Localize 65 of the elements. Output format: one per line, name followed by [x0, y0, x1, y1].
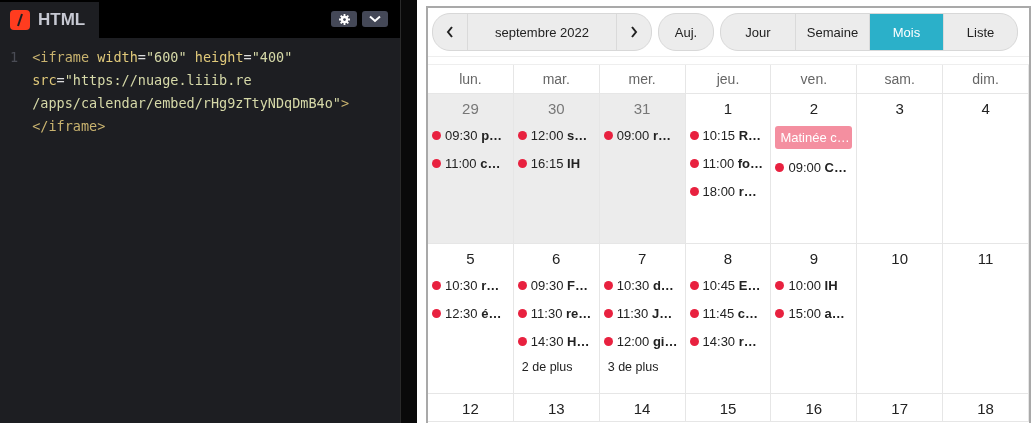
code-line: src="https://nuage.liiib.re	[32, 71, 252, 90]
chevron-down-icon	[369, 15, 381, 23]
code-line: <iframe width="600" height="400"	[32, 48, 293, 67]
day-number: 15	[719, 400, 737, 417]
code-line: </iframe>	[32, 117, 106, 136]
more-events-link[interactable]: 3 de plus	[603, 360, 681, 374]
day-number: 18	[977, 400, 994, 417]
calendar-event[interactable]: 14:30 r…	[689, 332, 767, 351]
day-number: 10	[891, 250, 909, 267]
calendar-event[interactable]: 11:30 re…	[517, 304, 595, 323]
calendar-event[interactable]: 15:00 a…	[775, 304, 853, 323]
day-number: 8	[723, 250, 733, 267]
settings-icon	[338, 13, 350, 25]
calendar-event[interactable]: 10:30 d…	[603, 276, 681, 295]
day-number: 1	[723, 100, 733, 117]
day-number: 6	[552, 250, 561, 267]
day-number: 13	[547, 400, 565, 417]
calendar-event[interactable]: 10:45 E…	[689, 276, 767, 295]
day-number: 3	[895, 100, 904, 117]
calendar-event[interactable]: 12:00 s…	[517, 126, 595, 145]
settings-button[interactable]	[331, 11, 357, 27]
calendar-event[interactable]: 11:00 fo…	[689, 154, 767, 173]
weekday-header: jeu.	[685, 65, 772, 94]
weekday-header: ven.	[771, 65, 858, 94]
calendar-event[interactable]: 09:00 r…	[603, 126, 681, 145]
calendar-event[interactable]: 09:00 C…	[775, 158, 853, 177]
day-number: 30	[547, 100, 565, 117]
weekday-header: dim.	[943, 65, 1029, 94]
weekday-header: sam.	[857, 65, 944, 94]
code-line: /apps/calendar/embed/rHg9zTtyNDqDmB4o">	[32, 94, 350, 113]
calendar-event[interactable]: 09:30 F…	[517, 276, 595, 295]
calendar-event[interactable]: 12:30 é…	[432, 304, 509, 323]
calendar-event[interactable]: 11:30 J…	[603, 304, 681, 323]
calendar-event[interactable]: 14:30 H…	[517, 332, 595, 351]
day-number: 9	[809, 250, 818, 267]
calendar-event[interactable]: 16:15 IH	[517, 154, 595, 173]
calendar-event[interactable]: 11:45 c…	[689, 304, 767, 323]
calendar-event[interactable]: 10:30 r…	[432, 276, 509, 295]
calendar-event[interactable]: 11:00 c…	[432, 154, 509, 173]
dropdown-button[interactable]	[362, 11, 388, 27]
day-number: 2	[809, 100, 818, 117]
calendar-event[interactable]: 09:30 p…	[432, 126, 509, 145]
day-number: 14	[633, 400, 651, 417]
calendar-event[interactable]: 10:15 R…	[689, 126, 767, 145]
calendar-event[interactable]: 18:00 r…	[689, 182, 767, 201]
slash-logo-icon	[10, 10, 30, 30]
more-events-link[interactable]: 2 de plus	[517, 360, 595, 374]
day-number: 5	[466, 250, 475, 267]
chevron-right-icon	[630, 26, 638, 38]
day-number: 31	[633, 100, 651, 117]
day-number: 7	[637, 250, 647, 267]
view-tab[interactable]: Jour	[721, 14, 795, 50]
chevron-left-icon	[446, 26, 454, 38]
day-number: 12	[462, 400, 479, 417]
month-title: septembre 2022	[467, 14, 617, 50]
editor-tab[interactable]: HTML	[0, 2, 100, 38]
calendar-event[interactable]: 10:00 IH	[775, 276, 853, 295]
day-number: 4	[981, 100, 990, 117]
day-number: 16	[805, 400, 823, 417]
day-number: 11	[977, 250, 994, 267]
day-number: 29	[462, 100, 479, 117]
calendar-event[interactable]: 12:00 gi…	[603, 332, 681, 351]
day-number: 17	[891, 400, 909, 417]
view-tab[interactable]: Liste	[943, 14, 1017, 50]
today-button[interactable]: Auj.	[658, 13, 714, 51]
